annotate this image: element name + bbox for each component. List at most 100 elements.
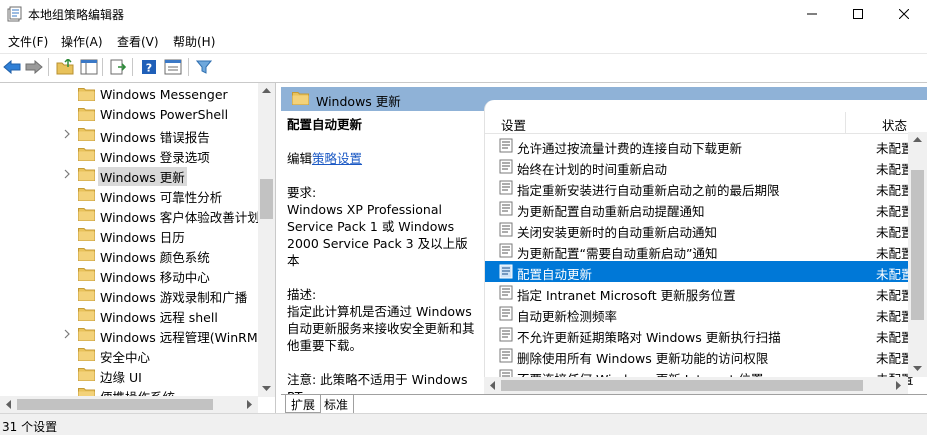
folder-icon (78, 228, 95, 241)
scroll-left-icon[interactable] (489, 381, 495, 390)
tree-item[interactable]: Windows 错误报告 (0, 124, 258, 145)
chevron-right-icon[interactable] (62, 328, 72, 340)
tree-scroll-thumb[interactable] (260, 179, 273, 219)
tree-item[interactable]: Windows 远程 shell (0, 304, 258, 325)
list-item[interactable]: 自动更新检测频率 未配置 (485, 303, 914, 324)
toolbar: ? (0, 53, 927, 79)
tree-horizontal-scrollbar[interactable] (0, 396, 258, 413)
scroll-right-icon[interactable] (247, 400, 253, 409)
minimize-button[interactable] (789, 0, 835, 28)
tree-item[interactable]: 安全中心 (0, 344, 258, 365)
scroll-right-icon[interactable] (896, 381, 902, 390)
folder-icon (78, 348, 95, 361)
toolbar-separator (48, 58, 49, 76)
console-tree[interactable]: Windows Messenger Windows PowerShell Win… (0, 83, 276, 413)
export-icon (110, 59, 127, 75)
list-horizontal-scrollbar[interactable] (484, 377, 908, 394)
scroll-up-icon[interactable] (262, 87, 271, 93)
scroll-left-icon[interactable] (5, 400, 11, 409)
edit-line: 编辑策略设置 (287, 150, 475, 167)
show-hide-tree-button[interactable] (79, 57, 99, 77)
folder-icon (78, 308, 95, 321)
folder-icon (78, 188, 95, 201)
close-button[interactable] (881, 0, 927, 28)
svg-text:?: ? (146, 62, 152, 75)
title-bar: 本地组策略编辑器 (0, 0, 927, 28)
tree-item[interactable]: Windows PowerShell (0, 104, 258, 124)
list-scroll-thumb[interactable] (911, 170, 924, 320)
tree-item[interactable]: Windows 登录选项 (0, 144, 258, 165)
maximize-icon (853, 9, 863, 19)
list-item[interactable]: 指定重新安装进行自动重新启动之前的最后期限 未配置 (485, 177, 914, 198)
tree-hscroll-thumb[interactable] (17, 399, 213, 410)
status-bar: 31 个设置 (0, 413, 927, 435)
menu-file[interactable]: 文件(F) (8, 33, 48, 50)
policy-setting-icon (499, 306, 513, 321)
scroll-down-icon[interactable] (913, 366, 922, 372)
tree-item[interactable]: Windows 日历 (0, 224, 258, 245)
export-list-button[interactable] (108, 57, 128, 77)
list-item[interactable]: 关闭安装更新时的自动重新启动通知 未配置 (485, 219, 914, 240)
list-item-selected[interactable]: 配置自动更新 未配置 (485, 261, 914, 282)
chevron-right-icon[interactable] (62, 168, 72, 180)
list-vertical-scrollbar[interactable] (908, 132, 927, 377)
list-item[interactable]: 始终在计划的时间重新启动 未配置 (485, 156, 914, 177)
up-folder-button[interactable] (55, 57, 75, 77)
status-count: 31 个设置 (2, 420, 58, 434)
column-settings[interactable]: 设置 (501, 115, 526, 134)
list-item[interactable]: 指定 Intranet Microsoft 更新服务位置 未配置 (485, 282, 914, 303)
tree-vertical-scrollbar[interactable] (258, 83, 275, 397)
tree-item[interactable]: Windows 客户体验改善计划 (0, 204, 260, 225)
settings-list[interactable]: 设置 状态 允许通过按流量计费的连接自动下载更新 未配置 始终在计划的时间重新启… (484, 100, 927, 394)
list-hscroll-thumb[interactable] (501, 380, 863, 391)
list-item[interactable]: 为更新配置自动重新启动提醒通知 未配置 (485, 198, 914, 219)
scroll-up-icon[interactable] (913, 136, 922, 142)
toolbar-separator (102, 58, 103, 76)
help-button[interactable]: ? (139, 57, 159, 77)
tree-item[interactable]: Windows 颜色系统 (0, 244, 258, 265)
menu-action[interactable]: 操作(A) (61, 33, 103, 50)
folder-icon (78, 108, 95, 121)
minimize-icon (807, 13, 817, 15)
list-item[interactable]: 不允许更新延期策略对 Windows 更新执行扫描 未配置 (485, 324, 914, 345)
properties-button[interactable] (163, 57, 183, 77)
tree-item-selected[interactable]: Windows 更新 (0, 164, 258, 186)
policy-setting-icon (499, 201, 513, 216)
list-item[interactable]: 允许通过按流量计费的连接自动下载更新 未配置 (485, 135, 914, 156)
folder-icon (78, 208, 95, 221)
menu-help[interactable]: 帮助(H) (173, 33, 215, 50)
properties-icon (164, 59, 182, 75)
tree-item[interactable]: Windows 移动中心 (0, 264, 258, 285)
forward-button[interactable] (24, 57, 44, 77)
tree-item[interactable]: 边缘 UI (0, 364, 258, 385)
scroll-down-icon[interactable] (262, 386, 271, 392)
tree-item[interactable]: Windows 可靠性分析 (0, 184, 258, 205)
folder-up-icon (56, 59, 74, 75)
policy-setting-icon (499, 285, 513, 300)
filter-button[interactable] (194, 57, 214, 77)
tree-item[interactable]: Windows Messenger (0, 84, 258, 104)
window-title: 本地组策略编辑器 (28, 8, 125, 22)
toolbar-separator (132, 58, 133, 76)
list-item[interactable]: 删除使用所有 Windows 更新功能的访问权限 未配置 (485, 345, 914, 366)
folder-icon (78, 168, 95, 181)
tab-extended[interactable]: 扩展 (285, 395, 322, 413)
maximize-button[interactable] (835, 0, 881, 28)
list-item[interactable]: 为更新配置“需要自动重新启动”通知 未配置 (485, 240, 914, 261)
tree-item[interactable]: Windows 远程管理(WinRM) (0, 324, 262, 345)
forward-arrow-icon (25, 60, 43, 74)
folder-icon (78, 288, 95, 301)
back-arrow-icon (3, 60, 21, 74)
details-header-title: Windows 更新 (316, 94, 401, 109)
column-status[interactable]: 状态 (882, 115, 907, 134)
folder-icon (78, 248, 95, 261)
tree-item[interactable]: Windows 游戏录制和广播 (0, 284, 258, 305)
column-divider[interactable] (845, 112, 846, 134)
menu-view[interactable]: 查看(V) (117, 33, 159, 50)
description-text: 指定此计算机是否通过 Windows 自动更新服务来接收安全更新和其他重要下载。 (287, 304, 475, 353)
edit-policy-link[interactable]: 策略设置 (312, 151, 362, 166)
chevron-right-icon[interactable] (62, 128, 72, 140)
tab-standard[interactable]: 标准 (319, 395, 355, 413)
view-tabs: 扩展 标准 (281, 394, 927, 413)
back-button[interactable] (2, 57, 22, 77)
